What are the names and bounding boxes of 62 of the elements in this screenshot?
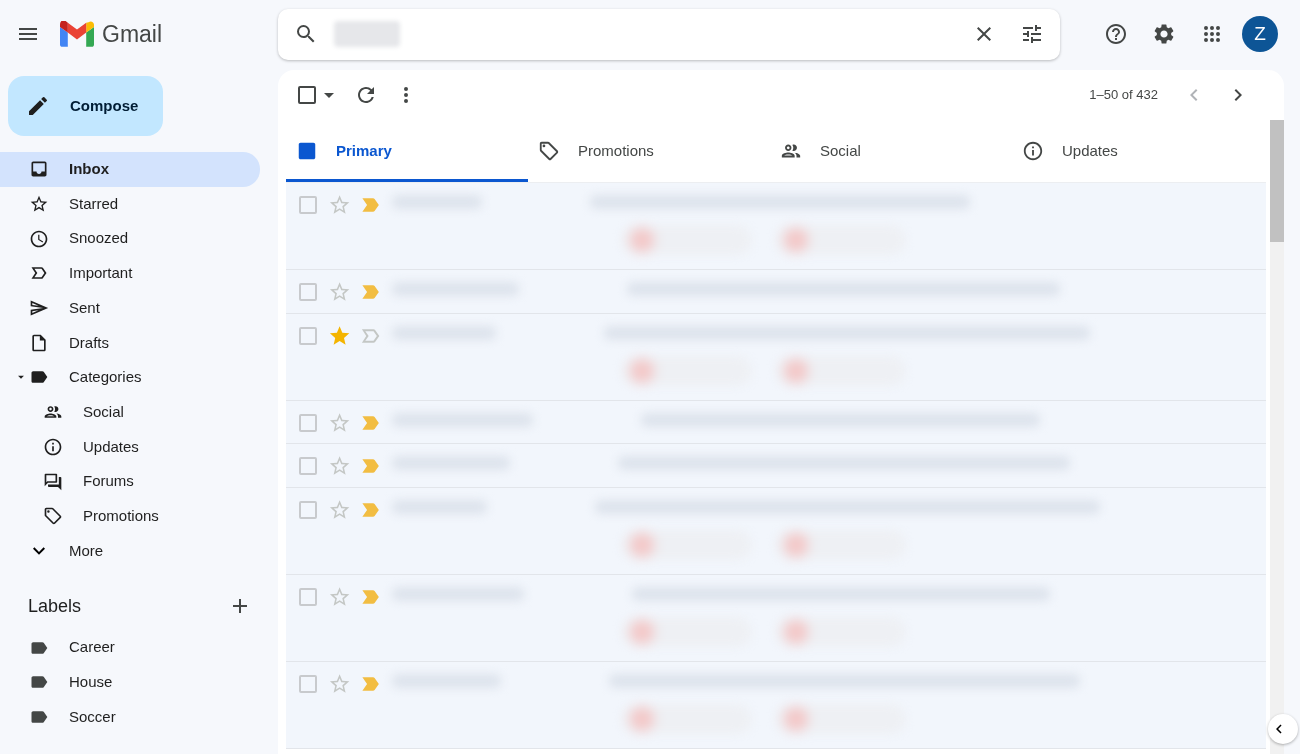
star-icon[interactable] bbox=[327, 454, 351, 478]
category-tab[interactable]: Social bbox=[770, 120, 1012, 182]
nav-item[interactable]: Starred bbox=[0, 186, 260, 222]
clock-icon bbox=[29, 228, 49, 249]
nav-item[interactable]: Updates bbox=[0, 429, 260, 465]
help-icon bbox=[1104, 22, 1128, 46]
vertical-dots-icon bbox=[404, 87, 408, 103]
row-checkbox[interactable] bbox=[299, 587, 317, 606]
row-checkbox[interactable] bbox=[299, 413, 317, 432]
pencil-icon bbox=[26, 94, 50, 118]
nav-item[interactable]: Important bbox=[0, 256, 260, 291]
label-item[interactable]: House bbox=[0, 664, 260, 700]
compose-button[interactable]: Compose bbox=[8, 76, 163, 136]
nav-item[interactable]: More bbox=[0, 533, 260, 569]
nav-item[interactable]: Promotions bbox=[0, 498, 260, 534]
email-row[interactable] bbox=[286, 183, 1266, 270]
nav-item[interactable]: Inbox bbox=[0, 152, 260, 187]
settings-icon bbox=[1152, 22, 1176, 46]
row-checkbox[interactable] bbox=[299, 500, 317, 519]
row-checkbox[interactable] bbox=[299, 196, 317, 214]
nav-item[interactable]: Categories bbox=[0, 360, 260, 395]
account-button[interactable]: Z bbox=[1240, 14, 1280, 54]
label-item[interactable]: Soccer bbox=[0, 699, 260, 735]
nav-item[interactable]: Snoozed bbox=[0, 221, 260, 257]
scrollbar[interactable] bbox=[1270, 120, 1284, 754]
row-checkbox[interactable] bbox=[299, 283, 317, 301]
row-checkbox[interactable] bbox=[299, 326, 317, 345]
category-tab[interactable]: Updates bbox=[1012, 120, 1254, 182]
email-row[interactable] bbox=[286, 313, 1266, 401]
chevron-down-icon bbox=[33, 546, 45, 555]
page-range: 1–50 of 432 bbox=[1089, 86, 1158, 105]
category-tab[interactable]: Primary bbox=[286, 120, 528, 182]
blurred-query bbox=[334, 21, 400, 47]
email-row[interactable] bbox=[286, 487, 1266, 575]
nav-item[interactable]: Drafts bbox=[0, 325, 260, 361]
envelope-logo-icon bbox=[60, 21, 94, 47]
label-item[interactable]: Career bbox=[0, 630, 260, 665]
app-name: Gmail bbox=[102, 19, 163, 49]
tag-icon bbox=[538, 140, 560, 162]
side-panel-toggle[interactable] bbox=[1268, 714, 1298, 744]
nav-item[interactable]: Sent bbox=[0, 290, 260, 326]
caret-icon bbox=[324, 92, 334, 98]
document-icon bbox=[29, 332, 49, 353]
sliders-icon bbox=[1020, 22, 1044, 46]
nav-item[interactable]: Social bbox=[0, 394, 260, 430]
email-row[interactable] bbox=[286, 270, 1266, 314]
nav-item[interactable]: Forums bbox=[0, 464, 260, 499]
star-icon[interactable] bbox=[327, 193, 351, 217]
row-checkbox[interactable] bbox=[299, 674, 317, 693]
star-icon[interactable] bbox=[327, 280, 351, 304]
select-all-checkbox[interactable] bbox=[298, 86, 316, 104]
info-icon bbox=[43, 436, 63, 457]
row-checkbox[interactable] bbox=[299, 457, 317, 475]
tag-icon bbox=[43, 506, 63, 527]
chat-bubbles-icon bbox=[43, 471, 63, 492]
search-field[interactable] bbox=[278, 8, 1060, 60]
email-row[interactable] bbox=[286, 444, 1266, 488]
email-row[interactable] bbox=[286, 400, 1266, 444]
email-row[interactable] bbox=[286, 574, 1266, 662]
labels-heading: Labels bbox=[28, 594, 82, 618]
category-tab[interactable]: Promotions bbox=[528, 120, 770, 182]
info-icon bbox=[1022, 140, 1044, 162]
